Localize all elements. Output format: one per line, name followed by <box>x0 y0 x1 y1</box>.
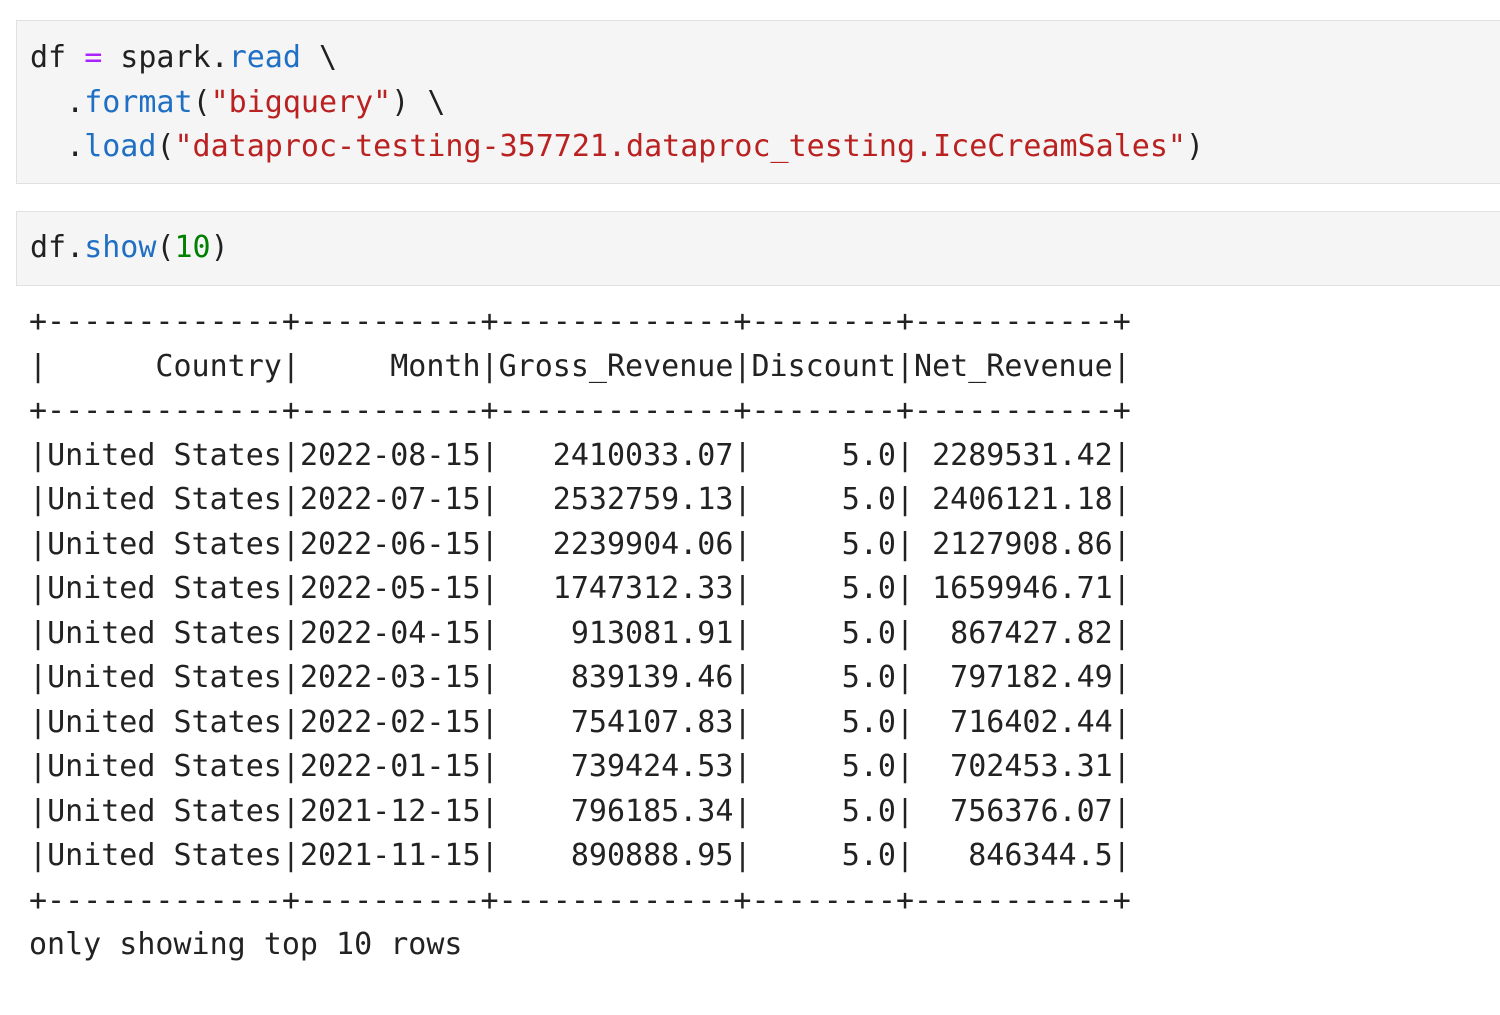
code-token: "bigquery" <box>210 84 392 120</box>
table-cell-gross-revenue: 2239904.06 <box>498 526 734 562</box>
code-cell-1[interactable]: df = spark.read \ .format("bigquery") \ … <box>16 20 1500 184</box>
table-cell-net-revenue: 1659946.71 <box>914 571 1113 606</box>
code-token: show <box>84 230 157 265</box>
code-token: ) <box>1185 129 1205 164</box>
table-row: |United States|2022-01-15| 739424.53| 5.… <box>29 749 1131 784</box>
code-token: = <box>84 40 103 75</box>
code-token: ) <box>210 230 229 265</box>
code-token: ( <box>156 129 175 164</box>
table-cell-country: United States <box>47 838 282 873</box>
table-cell-month: 2022-05-15 <box>299 571 481 606</box>
table-cell-discount: 5.0 <box>751 437 896 473</box>
table-cell-gross-revenue: 890888.95 <box>498 838 734 873</box>
table-cell-net-revenue: 702453.31 <box>914 749 1113 784</box>
code-line: .format("bigquery") \ <box>30 85 445 120</box>
code-token: "dataproc-testing-357721.dataproc_testin… <box>174 129 1186 164</box>
table-cell-discount: 5.0 <box>751 749 896 784</box>
code-cell-2-source[interactable]: df.show(10) <box>30 226 229 271</box>
table-cell-month: 2022-03-15 <box>299 660 481 695</box>
table-row: |United States|2021-12-15| 796185.34| 5.… <box>29 793 1131 829</box>
code-token: read <box>228 40 301 75</box>
table-cell-net-revenue: 756376.07 <box>914 793 1113 829</box>
code-token: ( <box>156 230 175 265</box>
code-token: \ <box>300 40 338 75</box>
table-cell-discount: 5.0 <box>751 704 896 740</box>
table-cell-net-revenue: 846344.5 <box>914 838 1113 873</box>
code-token: df <box>30 40 85 75</box>
table-row: |United States|2022-06-15| 2239904.06| 5… <box>29 526 1131 562</box>
table-cell-discount: 5.0 <box>751 571 896 606</box>
table-cell-gross-revenue: 1747312.33 <box>498 571 734 606</box>
table-cell-discount: 5.0 <box>751 526 896 562</box>
table-cell-gross-revenue: 739424.53 <box>498 749 734 784</box>
table-cell-month: 2022-04-15 <box>299 615 481 651</box>
table-cell-country: United States <box>47 793 282 829</box>
table-cell-month: 2022-07-15 <box>299 482 481 517</box>
code-token: 10 <box>174 230 211 265</box>
table-cell-gross-revenue: 754107.83 <box>498 704 734 740</box>
code-token: df. <box>30 230 85 265</box>
output-footer-text: only showing top 10 rows <box>29 927 463 962</box>
table-cell-net-revenue: 2406121.18 <box>914 482 1113 517</box>
table-cell-country: United States <box>47 660 282 695</box>
code-line: .load("dataproc-testing-357721.dataproc_… <box>30 129 1204 164</box>
table-border-line: +-------------+----------+-------------+… <box>29 304 1131 339</box>
table-cell-net-revenue: 2127908.86 <box>914 526 1113 562</box>
table-row: |United States|2022-07-15| 2532759.13| 5… <box>29 482 1131 517</box>
table-cell-country: United States <box>47 482 282 517</box>
table-cell-discount: 5.0 <box>751 615 896 651</box>
table-cell-month: 2022-06-15 <box>299 526 481 562</box>
table-cell-gross-revenue: 839139.46 <box>498 660 734 695</box>
table-cell-country: United States <box>47 526 282 562</box>
table-cell-gross-revenue: 2410033.07 <box>498 437 734 473</box>
code-token: format <box>84 84 193 120</box>
table-cell-month: 2021-12-15 <box>299 793 481 829</box>
table-cell-country: United States <box>47 437 282 473</box>
table-cell-net-revenue: 867427.82 <box>914 615 1113 651</box>
table-cell-gross-revenue: 796185.34 <box>498 793 734 829</box>
table-cell-month: 2021-11-15 <box>299 838 481 873</box>
table-cell-net-revenue: 797182.49 <box>914 660 1113 695</box>
code-token: spark. <box>102 40 229 75</box>
table-cell-discount: 5.0 <box>751 793 896 829</box>
table-cell-discount: 5.0 <box>751 660 896 695</box>
code-token: . <box>30 129 85 164</box>
code-line: df = spark.read \ <box>30 40 337 75</box>
table-cell-country: United States <box>47 571 282 606</box>
code-cell-2[interactable]: df.show(10) <box>16 211 1500 286</box>
code-token: load <box>84 129 157 164</box>
table-cell-country: United States <box>47 749 282 784</box>
table-row: |United States|2022-02-15| 754107.83| 5.… <box>29 704 1131 740</box>
code-cell-1-source[interactable]: df = spark.read \ .format("bigquery") \ … <box>30 36 1204 170</box>
table-cell-net-revenue: 716402.44 <box>914 704 1113 740</box>
table-row: |United States|2021-11-15| 890888.95| 5.… <box>29 838 1131 873</box>
table-cell-country: United States <box>47 615 282 651</box>
table-row: |United States|2022-05-15| 1747312.33| 5… <box>29 571 1131 606</box>
code-token: . <box>30 84 85 120</box>
table-cell-discount: 5.0 <box>751 838 896 873</box>
table-header-row: | Country| Month|Gross_Revenue|Discount|… <box>29 348 1131 384</box>
table-cell-gross-revenue: 2532759.13 <box>498 482 734 517</box>
table-cell-gross-revenue: 913081.91 <box>498 615 734 651</box>
code-line: df.show(10) <box>30 230 229 265</box>
table-cell-month: 2022-01-15 <box>299 749 481 784</box>
table-cell-net-revenue: 2289531.42 <box>914 437 1113 473</box>
table-border-line: +-------------+----------+-------------+… <box>29 393 1131 428</box>
code-token: ) \ <box>391 84 446 120</box>
table-cell-country: United States <box>47 704 282 740</box>
table-cell-discount: 5.0 <box>751 482 896 517</box>
cell-2-output: +-------------+----------+-------------+… <box>29 300 1131 968</box>
table-row: |United States|2022-08-15| 2410033.07| 5… <box>29 437 1131 473</box>
table-cell-month: 2022-08-15 <box>299 437 481 473</box>
table-border-line: +-------------+----------+-------------+… <box>29 882 1131 918</box>
table-row: |United States|2022-03-15| 839139.46| 5.… <box>29 660 1131 695</box>
code-token: ( <box>192 84 211 120</box>
table-row: |United States|2022-04-15| 913081.91| 5.… <box>29 615 1131 651</box>
table-cell-month: 2022-02-15 <box>299 704 481 740</box>
